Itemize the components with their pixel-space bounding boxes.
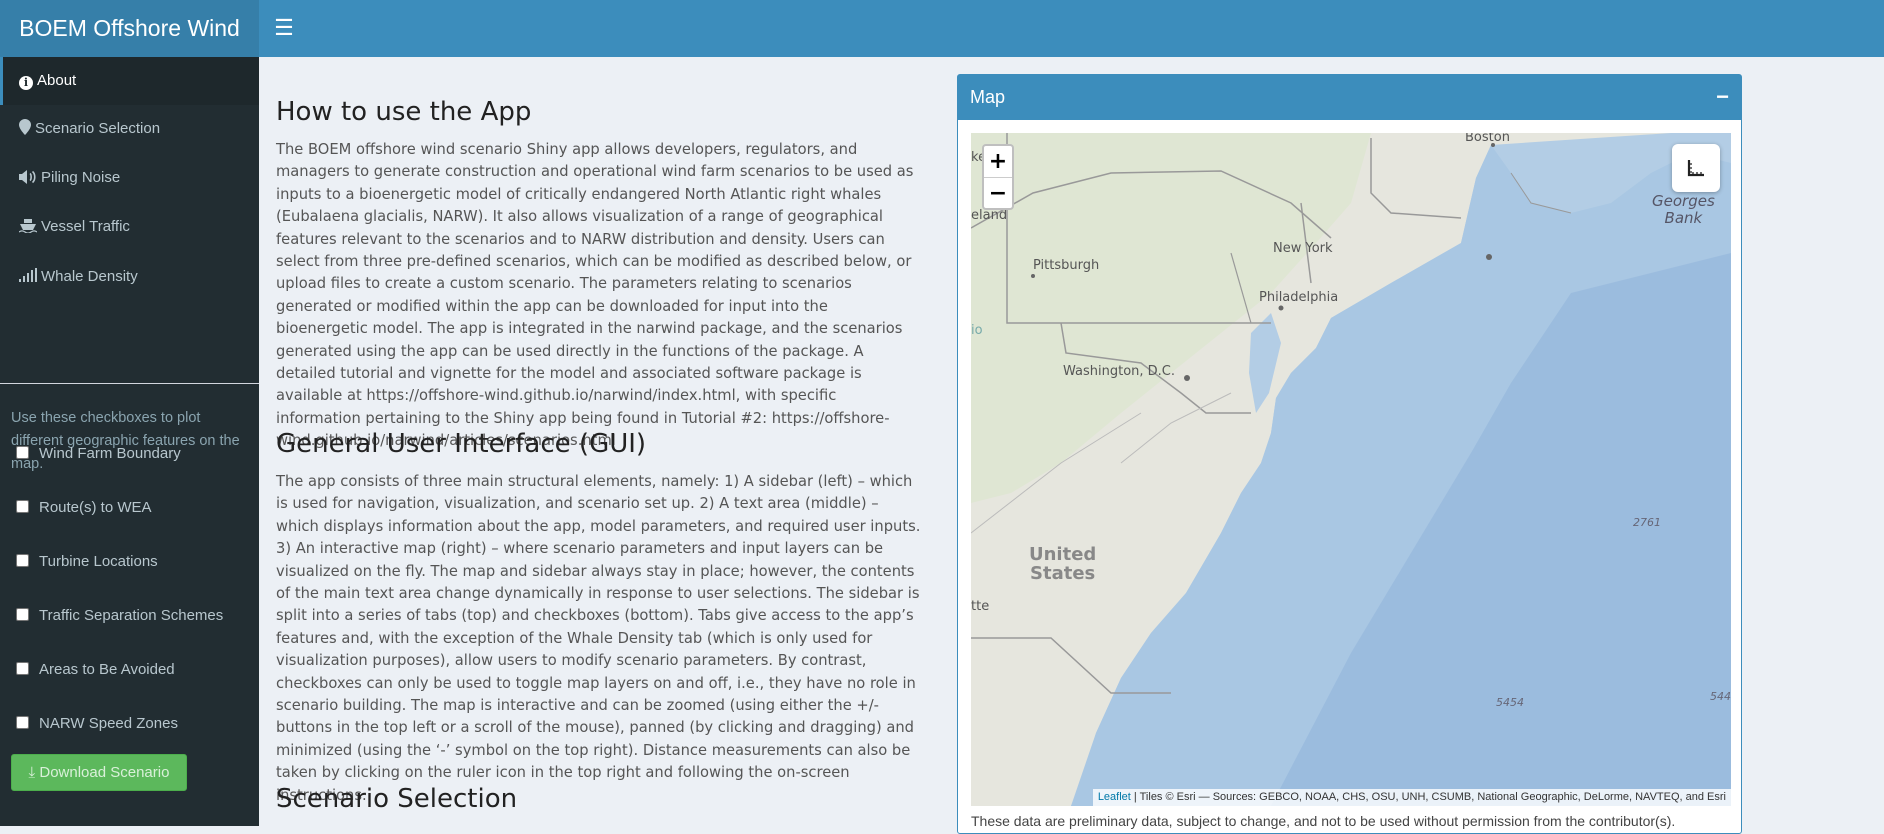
sidebar-item-piling-noise[interactable]: Piling Noise	[0, 154, 259, 202]
map-label-philadelphia: Philadelphia	[1259, 290, 1339, 305]
section-title-gui: General User Interface (GUI)	[276, 429, 647, 459]
sidebar-item-whale-density[interactable]: Whale Density	[0, 253, 259, 301]
volume-up-icon	[19, 156, 39, 204]
checkbox-turbine-locations[interactable]: Turbine Locations	[16, 551, 158, 573]
map-label-boston: Boston	[1465, 133, 1510, 145]
sidebar-item-label: Scenario Selection	[35, 120, 161, 137]
section-title-how-to-use: How to use the App	[276, 97, 532, 127]
checkbox-narw-speed-zones[interactable]: NARW Speed Zones	[16, 713, 178, 735]
map-panel: Map − Boston New York Philadelphia Pitts…	[957, 74, 1742, 834]
checkbox-help-text: Use these checkboxes to plot different g…	[11, 410, 240, 472]
zoom-control: + −	[982, 144, 1014, 210]
map-label-pittsburgh: Pittsburgh	[1033, 258, 1100, 273]
checkbox-input[interactable]	[16, 446, 29, 459]
sidebar-item-label: Piling Noise	[41, 169, 121, 186]
map-label-united-states: United States	[1029, 544, 1097, 584]
map-label-georges-bank: Georges Bank	[1652, 192, 1715, 227]
checkbox-label: NARW Speed Zones	[39, 715, 178, 732]
checkbox-traffic-separation-schemes[interactable]: Traffic Separation Schemes	[16, 605, 223, 627]
hamburger-icon[interactable]: ☰	[272, 13, 296, 43]
section-title-scenario-selection: Scenario Selection	[276, 784, 518, 814]
basemap-tiles	[971, 133, 1731, 806]
map-label-cut-off: io	[971, 323, 983, 338]
checkbox-label: Traffic Separation Schemes	[39, 607, 224, 624]
map-label-new-york: New York	[1273, 241, 1333, 256]
leaflet-map[interactable]: Boston New York Philadelphia Pittsburgh …	[971, 133, 1731, 806]
checkbox-input[interactable]	[16, 716, 29, 729]
map-label-depth: 544	[1710, 690, 1731, 703]
checkbox-input[interactable]	[16, 554, 29, 567]
zoom-out-button[interactable]: −	[984, 178, 1012, 209]
collapse-button[interactable]: −	[1716, 75, 1729, 118]
map-label-depth: 5454	[1496, 696, 1524, 709]
section-text-how-to-use: The BOEM offshore wind scenario Shiny ap…	[276, 141, 914, 450]
sidebar-item-about[interactable]: i About	[0, 57, 259, 105]
checkbox-areas-to-be-avoided[interactable]: Areas to Be Avoided	[16, 659, 175, 681]
map-marker-icon	[19, 107, 33, 155]
sidebar-item-vessel-traffic[interactable]: Vessel Traffic	[0, 203, 259, 251]
sidebar-item-label: Whale Density	[41, 268, 138, 285]
sidebar-item-label: Vessel Traffic	[41, 218, 130, 235]
zoom-in-button[interactable]: +	[984, 146, 1012, 178]
checkbox-label: Wind Farm Boundary	[39, 445, 181, 462]
checkbox-input[interactable]	[16, 500, 29, 513]
map-attribution: Leaflet | Tiles © Esri — Sources: GEBCO,…	[1092, 789, 1731, 806]
checkbox-input[interactable]	[16, 608, 29, 621]
map-label-cut-off: eland	[971, 208, 1008, 223]
ship-icon	[18, 205, 39, 253]
download-scenario-button[interactable]: ⤓ Download Scenario	[11, 754, 187, 791]
ruler-button[interactable]	[1672, 144, 1720, 192]
sidebar-divider	[0, 383, 259, 384]
download-scenario-label: Download Scenario	[39, 764, 170, 781]
checkbox-label: Turbine Locations	[39, 553, 158, 570]
ruler-icon	[1687, 160, 1704, 177]
info-circle-icon: i	[19, 76, 33, 90]
sidebar-item-label: About	[37, 72, 77, 89]
map-label-washington: Washington, D.C.	[1063, 364, 1176, 379]
checkbox-wind-farm-boundary[interactable]: Wind Farm Boundary	[16, 443, 181, 465]
sidebar-item-scenario-selection[interactable]: Scenario Selection	[0, 105, 259, 153]
signal-icon	[19, 268, 37, 282]
app-title: BOEM Offshore Wind	[0, 0, 259, 57]
attribution-text: | Tiles © Esri — Sources: GEBCO, NOAA, C…	[1130, 791, 1726, 803]
checkbox-label: Areas to Be Avoided	[39, 661, 175, 678]
checkbox-routes-to-wea[interactable]: Route(s) to WEA	[16, 497, 152, 519]
top-navbar: BOEM Offshore Wind ☰	[0, 0, 1884, 57]
map-panel-header: Map −	[958, 75, 1741, 120]
download-icon: ⤓	[28, 764, 40, 781]
section-text-gui: The app consists of three main structura…	[276, 473, 921, 804]
leaflet-link[interactable]: Leaflet	[1098, 791, 1131, 803]
map-label-depth: 2761	[1633, 516, 1661, 529]
checkbox-label: Route(s) to WEA	[39, 499, 152, 516]
checkbox-input[interactable]	[16, 662, 29, 675]
map-label-cut-off: tte	[971, 599, 990, 614]
sidebar: i About Scenario Selection Piling Noise V…	[0, 57, 259, 826]
map-disclaimer: These data are preliminary data, subject…	[971, 813, 1676, 829]
map-panel-title: Map	[970, 87, 1006, 107]
